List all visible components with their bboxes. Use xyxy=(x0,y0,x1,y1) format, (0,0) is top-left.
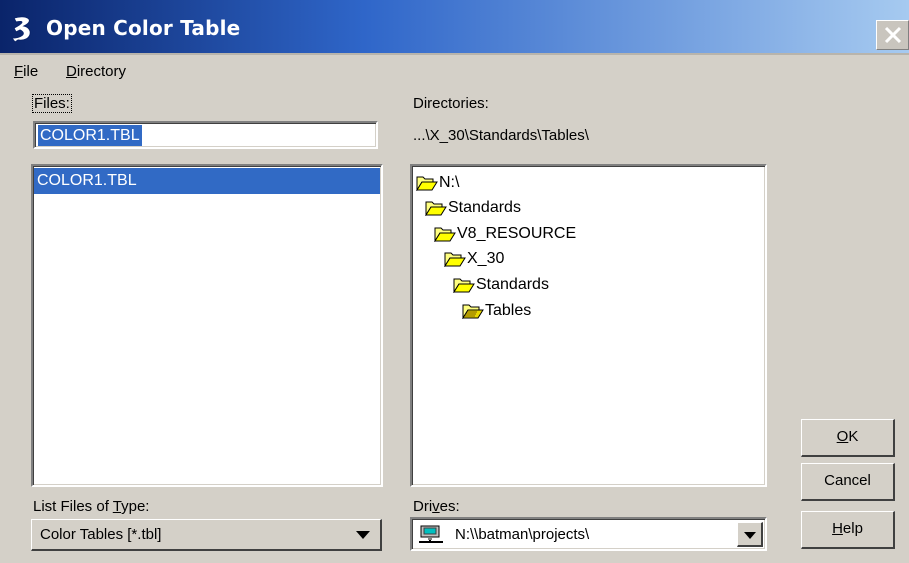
files-label-text: Files: xyxy=(32,94,72,113)
directory-item-label: Standards xyxy=(476,276,549,293)
ok-button-label: K xyxy=(848,428,859,445)
file-type-value: Color Tables [*.tbl] xyxy=(40,526,162,543)
menu-file[interactable]: File xyxy=(14,63,38,80)
files-list[interactable]: COLOR1.TBL xyxy=(31,164,383,487)
open-folder-icon xyxy=(444,252,466,267)
dropdown-arrow-icon xyxy=(356,531,370,539)
file-type-label-pre: List Files of xyxy=(33,498,113,515)
help-button-label: elp xyxy=(842,520,863,537)
file-type-label: List Files of Type: xyxy=(33,498,149,515)
files-label: Files: xyxy=(32,94,72,113)
menu-directory-accel: D xyxy=(66,63,77,80)
drives-label-accel: v xyxy=(432,498,440,515)
directory-item-label: X_30 xyxy=(467,250,505,267)
drives-value: N:\\batman\projects\ xyxy=(455,526,590,543)
help-button-accel: H xyxy=(832,520,843,537)
open-folder-selected-icon xyxy=(462,304,484,319)
drives-label: Drives: xyxy=(413,498,460,515)
drives-dropdown-button[interactable] xyxy=(737,522,763,547)
menu-directory[interactable]: Directory xyxy=(66,63,126,80)
filename-input[interactable]: COLOR1.TBL xyxy=(33,121,378,149)
directories-label: Directories: xyxy=(413,95,489,112)
list-item-file[interactable]: COLOR1.TBL xyxy=(34,168,380,194)
open-folder-icon xyxy=(425,201,447,216)
directory-item-label: N:\ xyxy=(439,174,460,191)
drives-label-pre: Dri xyxy=(413,498,433,515)
close-button[interactable] xyxy=(876,20,909,50)
directory-tree[interactable]: N:\ Standards V8_RESOURCE X_30 Standards… xyxy=(410,164,767,487)
menu-file-label: ile xyxy=(23,63,39,80)
menu-bar: File Directory xyxy=(0,57,909,85)
dropdown-arrow-icon xyxy=(744,532,756,539)
drives-label-post: es: xyxy=(439,498,460,515)
open-folder-icon xyxy=(434,227,456,242)
network-drive-icon xyxy=(419,525,443,543)
file-type-label-accel: T xyxy=(112,498,122,515)
drives-select[interactable]: N:\\batman\projects\ xyxy=(410,517,767,551)
directory-item-label: Standards xyxy=(448,199,521,216)
ok-button[interactable]: OK xyxy=(801,419,895,457)
menu-directory-label: irectory xyxy=(76,63,127,80)
menu-file-accel: F xyxy=(14,63,24,80)
ok-button-accel: O xyxy=(836,428,849,445)
help-button[interactable]: Help xyxy=(801,511,895,549)
title-bar: Open Color Table xyxy=(0,0,909,55)
directory-item-label: Tables xyxy=(485,302,532,319)
filename-input-value: COLOR1.TBL xyxy=(38,125,142,146)
directory-item-label: V8_RESOURCE xyxy=(457,225,577,242)
open-folder-icon xyxy=(453,278,475,293)
current-directory-path: ...\X_30\Standards\Tables\ xyxy=(413,127,589,144)
open-folder-icon xyxy=(416,176,438,191)
close-icon xyxy=(884,26,902,44)
file-type-label-post: ype: xyxy=(121,498,150,515)
file-type-select[interactable]: Color Tables [*.tbl] xyxy=(31,519,382,551)
cancel-button-label: Cancel xyxy=(824,472,871,489)
microstation-icon xyxy=(11,16,31,43)
cancel-button[interactable]: Cancel xyxy=(801,463,895,501)
window-title: Open Color Table xyxy=(46,16,241,40)
